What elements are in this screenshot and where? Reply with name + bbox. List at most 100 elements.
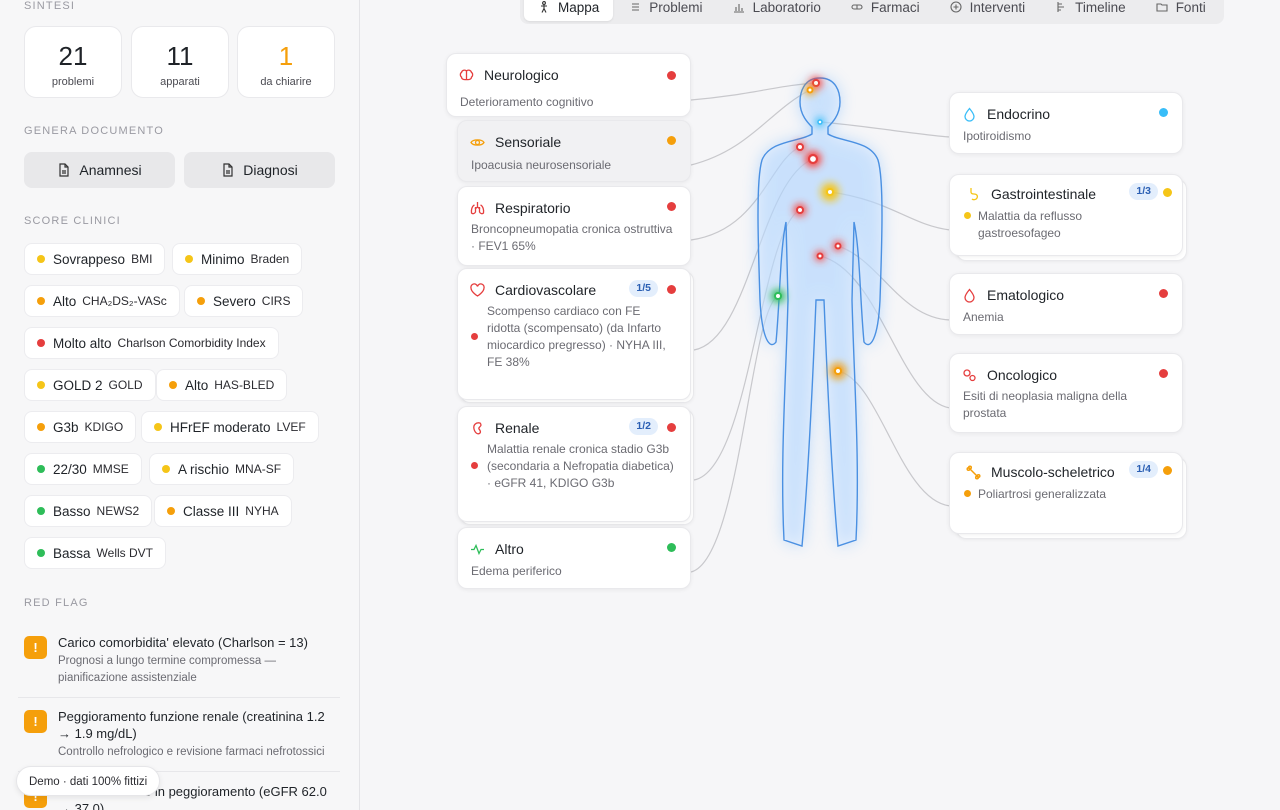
card-respiratorio[interactable]: Respiratorio Broncopneumopatia cronica o… — [457, 186, 691, 266]
card-desc: Ipoacusia neurosensoriale — [471, 158, 612, 172]
card-altro[interactable]: Altro Edema periferico — [457, 527, 691, 589]
card-title: Respiratorio — [495, 200, 571, 216]
status-dot — [37, 381, 45, 389]
document-icon — [223, 163, 233, 177]
stat-apparati[interactable]: 11 apparati — [131, 26, 229, 98]
tab-laboratorio[interactable]: Laboratorio — [719, 0, 835, 21]
score-chip-cha2ds2vasc[interactable]: Alto CHA₂DS₂-VASc — [24, 285, 180, 317]
tab-label: Mappa — [558, 0, 600, 15]
diagnosi-label: Diagnosi — [243, 162, 298, 178]
stat-da-chiarire[interactable]: 1 da chiarire — [237, 26, 335, 98]
tab-problemi[interactable]: Problemi — [615, 0, 716, 21]
score-chip-kdigo[interactable]: G3b KDIGO — [24, 411, 137, 443]
card-cardiovascolare[interactable]: Cardiovascolare 1/5 Scompenso cardiaco c… — [457, 268, 691, 400]
score-value: 22/30 — [53, 461, 87, 477]
stat-problemi[interactable]: 21 problemi — [24, 26, 122, 98]
score-value: Bassa — [53, 545, 91, 561]
score-value: GOLD 2 — [53, 377, 103, 393]
severity-dot — [471, 462, 478, 469]
score-chip-mna-sf[interactable]: A rischio MNA-SF — [149, 453, 295, 485]
pill-icon — [851, 4, 863, 10]
score-chip-wells-dvt[interactable]: Bassa Wells DVT — [24, 537, 166, 569]
score-name: BMI — [131, 252, 153, 266]
score-value: G3b — [53, 419, 79, 435]
connector-sensoriale — [690, 89, 811, 166]
count-badge: 1/5 — [629, 280, 658, 297]
score-chip-charlson[interactable]: Molto alto Charlson Comorbidity Index — [24, 327, 279, 359]
bar-chart-icon — [733, 4, 744, 13]
card-oncologico[interactable]: Oncologico Esiti di neoplasia maligna de… — [949, 353, 1183, 433]
red-flag-item[interactable]: ! Carico comorbidita' elevato (Charlson … — [24, 634, 340, 687]
tab-fonti[interactable]: Fonti — [1142, 0, 1220, 21]
anamnesi-button[interactable]: Anamnesi — [24, 152, 175, 188]
connector-oncologico — [819, 255, 951, 409]
card-neurologico[interactable]: Neurologico Deterioramento cognitivo — [446, 53, 691, 117]
lungs-icon — [470, 201, 485, 214]
score-name: HAS-BLED — [214, 378, 275, 392]
severity-dot — [964, 490, 971, 497]
severity-dot — [1163, 466, 1172, 475]
count-badge: 1/2 — [629, 418, 658, 435]
tab-label: Laboratorio — [752, 0, 821, 15]
card-muscoloscheletrico[interactable]: Muscolo-scheletrico 1/4 Poliartrosi gene… — [949, 452, 1183, 534]
sidebar: SINTESI 21 problemi 11 apparati 1 da chi… — [0, 0, 360, 810]
tab-timeline[interactable]: Timeline — [1041, 0, 1140, 21]
bone-icon — [966, 464, 981, 480]
stomach-icon — [970, 187, 979, 200]
score-chip-has-bled[interactable]: Alto HAS-BLED — [156, 369, 288, 401]
red-flag-subtitle: Controllo nefrologico e revisione farmac… — [58, 746, 325, 758]
status-dot — [37, 339, 45, 347]
score-chip-gold[interactable]: GOLD 2 GOLD — [24, 369, 156, 401]
severity-dot — [1159, 289, 1168, 298]
score-chip-braden[interactable]: Minimo Braden — [172, 243, 303, 275]
score-value: Alto — [53, 293, 77, 309]
card-title: Neurologico — [484, 67, 559, 83]
score-value: A rischio — [178, 461, 230, 477]
score-chip-bmi[interactable]: Sovrappeso BMI — [24, 243, 166, 275]
tab-interventi[interactable]: Interventi — [936, 0, 1040, 21]
score-name: Wells DVT — [96, 546, 153, 560]
score-name: NYHA — [245, 504, 279, 518]
red-flag-item[interactable]: ! Peggioramento funzione renale (creatin… — [24, 708, 340, 761]
stat-label: da chiarire — [260, 76, 312, 88]
main-panel: Mappa Problemi Laboratorio Farmaci Inter… — [360, 0, 1280, 810]
status-dot — [162, 465, 170, 473]
card-endocrino[interactable]: Endocrino Ipotiroidismo — [949, 92, 1183, 154]
marker-renale — [796, 206, 804, 214]
status-dot — [185, 255, 193, 263]
card-gastrointestinale[interactable]: Gastrointestinale 1/3 Malattia da reflus… — [949, 174, 1183, 256]
score-chip-cirs[interactable]: Severo CIRS — [184, 285, 304, 317]
score-name: MMSE — [92, 462, 129, 476]
status-dot — [37, 423, 45, 431]
score-name: Charlson Comorbidity Index — [117, 336, 266, 350]
score-chip-mmse[interactable]: 22/30 MMSE — [24, 453, 142, 485]
warning-icon: ! — [24, 636, 47, 659]
tab-mappa[interactable]: Mappa — [524, 0, 614, 21]
score-chip-lvef[interactable]: HFrEF moderato LVEF — [141, 411, 319, 443]
score-name: NEWS2 — [96, 504, 140, 518]
card-renale[interactable]: Renale 1/2 Malattia renale cronica stadi… — [457, 406, 691, 522]
heart-icon — [470, 282, 485, 297]
severity-dot — [471, 333, 478, 340]
score-chip-news2[interactable]: Basso NEWS2 — [24, 495, 153, 527]
connector-cardiovascolare — [693, 158, 814, 351]
card-ematologico[interactable]: Ematologico Anemia — [949, 273, 1183, 335]
stat-value: 21 — [58, 41, 88, 71]
tab-label: Interventi — [969, 0, 1026, 15]
red-flag-title: Carico comorbidita' elevato (Charlson = … — [58, 635, 308, 650]
tab-label: Problemi — [649, 0, 703, 15]
card-sensoriale[interactable]: Sensoriale Ipoacusia neurosensoriale — [457, 120, 691, 182]
demo-badge: Demo · dati 100% fittizi — [16, 766, 161, 796]
card-title: Cardiovascolare — [495, 282, 597, 298]
score-chip-nyha[interactable]: Classe III NYHA — [154, 495, 292, 527]
brain-icon — [459, 69, 474, 80]
connector-respiratorio — [690, 146, 801, 241]
tab-farmaci[interactable]: Farmaci — [837, 0, 934, 21]
diagnosi-button[interactable]: Diagnosi — [184, 152, 335, 188]
connector-neurologico — [690, 82, 817, 101]
severity-dot — [667, 71, 676, 80]
card-title: Muscolo-scheletrico — [991, 464, 1115, 480]
card-title: Oncologico — [987, 367, 1058, 383]
severity-dot — [1159, 108, 1168, 117]
droplet-icon — [964, 106, 975, 122]
